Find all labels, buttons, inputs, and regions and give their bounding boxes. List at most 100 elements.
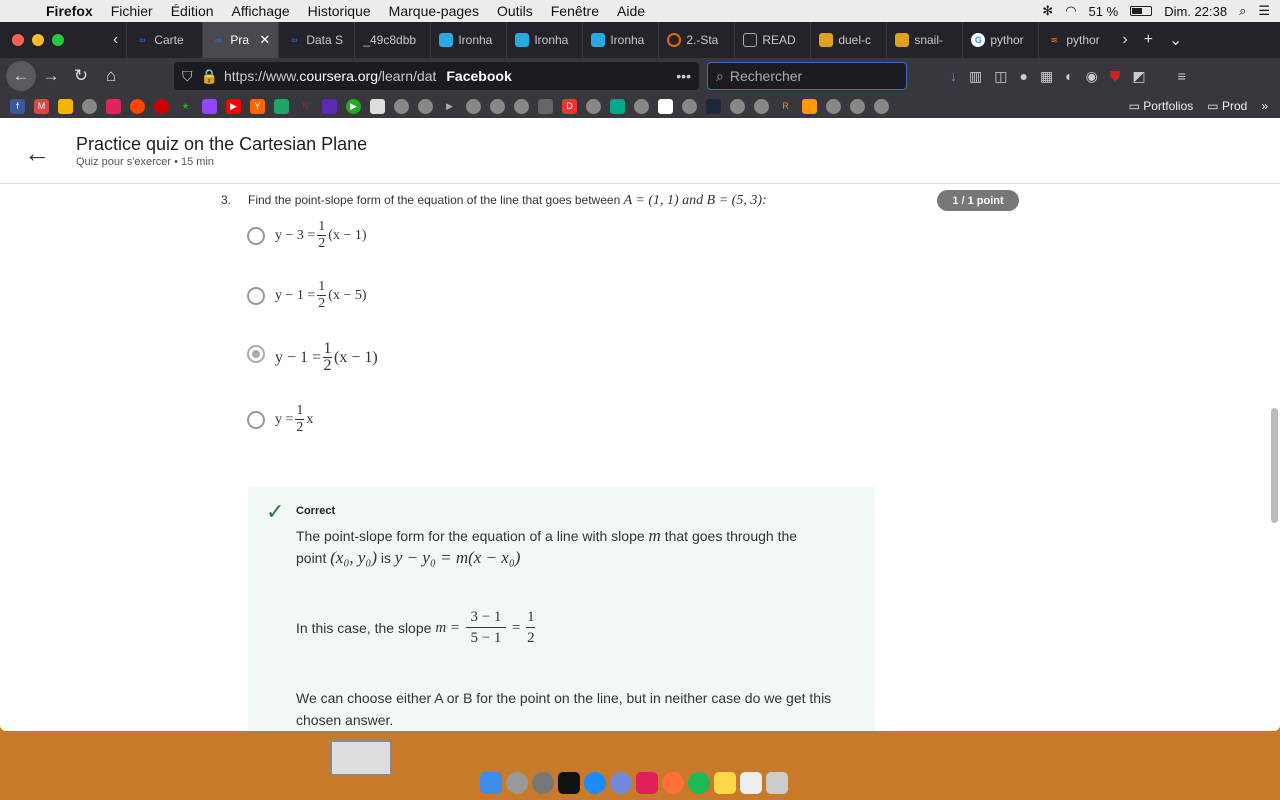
sidebar-icon[interactable]: ◫ bbox=[994, 68, 1007, 85]
play-icon[interactable]: ▶ bbox=[442, 99, 457, 114]
document-icon[interactable] bbox=[740, 772, 762, 794]
wifi-icon[interactable]: ◠ bbox=[1065, 3, 1076, 19]
account-icon[interactable]: ● bbox=[1019, 68, 1027, 84]
reddit-icon[interactable] bbox=[130, 98, 145, 114]
bluetooth-icon[interactable]: ✻ bbox=[1042, 3, 1053, 19]
tab-scroll-right-icon[interactable]: › bbox=[1114, 31, 1135, 49]
bookmark-icon[interactable]: R bbox=[778, 99, 793, 114]
menu-app-name[interactable]: Firefox bbox=[46, 3, 93, 19]
desktop-window-thumbnail[interactable] bbox=[330, 740, 392, 776]
stackoverflow-icon[interactable] bbox=[802, 98, 817, 114]
bookmark-icon[interactable] bbox=[538, 98, 553, 114]
pocket-icon[interactable] bbox=[106, 98, 121, 114]
menu-item[interactable]: Historique bbox=[308, 3, 371, 19]
globe-icon[interactable] bbox=[466, 98, 481, 114]
hackernews-icon[interactable]: Y bbox=[250, 98, 265, 114]
firefox-icon[interactable] bbox=[662, 772, 684, 794]
folder-portfolios[interactable]: ▭ Portfolios bbox=[1129, 99, 1194, 113]
app-store-icon[interactable] bbox=[584, 772, 606, 794]
back-arrow-icon[interactable]: ← bbox=[24, 138, 50, 169]
extension-icon[interactable]: ▦ bbox=[1040, 68, 1053, 85]
extension-icon[interactable]: ◐ bbox=[1065, 68, 1073, 84]
menu-item[interactable]: Affichage bbox=[232, 3, 290, 19]
library-icon[interactable]: ▥ bbox=[969, 68, 982, 85]
minimize-window-button[interactable] bbox=[32, 34, 44, 46]
facebook-icon[interactable]: f bbox=[10, 98, 25, 114]
menu-item[interactable]: Outils bbox=[497, 3, 533, 19]
close-window-button[interactable] bbox=[12, 34, 24, 46]
browser-tab[interactable]: Ironha bbox=[506, 22, 582, 58]
browser-tab[interactable]: 2.-Sta bbox=[658, 22, 734, 58]
browser-tab[interactable]: snail- bbox=[886, 22, 962, 58]
bookmark-icon[interactable] bbox=[58, 98, 73, 114]
home-icon[interactable]: ⌂ bbox=[96, 61, 126, 91]
scrollbar[interactable] bbox=[1271, 408, 1278, 523]
browser-tab[interactable]: Ironha bbox=[430, 22, 506, 58]
twitch-icon[interactable] bbox=[202, 98, 217, 114]
play-icon[interactable]: ▶ bbox=[346, 98, 361, 114]
netflix-icon[interactable]: N bbox=[298, 99, 313, 114]
bookmark-icon[interactable]: D bbox=[562, 98, 577, 114]
bookmark-icon[interactable] bbox=[370, 98, 385, 114]
globe-icon[interactable] bbox=[874, 98, 889, 114]
menu-item[interactable]: Aide bbox=[617, 3, 645, 19]
globe-icon[interactable] bbox=[730, 98, 745, 114]
close-tab-icon[interactable]: ✕ bbox=[259, 32, 270, 48]
globe-icon[interactable] bbox=[850, 98, 865, 114]
bookmark-icon[interactable] bbox=[154, 98, 169, 114]
reload-icon[interactable]: ↻ bbox=[66, 61, 96, 91]
system-preferences-icon[interactable] bbox=[532, 772, 554, 794]
extension-icon[interactable]: ◩ bbox=[1132, 68, 1145, 85]
globe-icon[interactable] bbox=[418, 98, 433, 114]
folder-prod[interactable]: ▭ Prod bbox=[1207, 99, 1247, 113]
search-input[interactable]: ⌕ Rechercher bbox=[707, 62, 907, 90]
globe-icon[interactable] bbox=[826, 98, 841, 114]
new-tab-icon[interactable]: + bbox=[1136, 31, 1161, 49]
bookmark-icon[interactable] bbox=[322, 98, 337, 114]
shield-icon[interactable]: ⛉ bbox=[182, 68, 193, 85]
forward-arrow-icon[interactable]: → bbox=[36, 61, 66, 91]
youtube-icon[interactable]: ▶ bbox=[226, 98, 241, 114]
radio-button-selected[interactable] bbox=[247, 345, 265, 363]
browser-tab[interactable]: Ironha bbox=[582, 22, 658, 58]
globe-icon[interactable] bbox=[586, 98, 601, 114]
back-arrow-icon[interactable]: ← bbox=[6, 61, 36, 91]
download-icon[interactable]: ↓ bbox=[950, 68, 957, 84]
menu-item[interactable]: Fichier bbox=[111, 3, 153, 19]
menu-icon[interactable]: ≡ bbox=[1178, 68, 1186, 84]
globe-icon[interactable] bbox=[634, 98, 649, 114]
browser-tab[interactable]: duel-c bbox=[810, 22, 886, 58]
page-actions-icon[interactable]: ••• bbox=[676, 68, 691, 84]
globe-icon[interactable] bbox=[754, 98, 769, 114]
globe-icon[interactable] bbox=[82, 98, 97, 114]
browser-tab[interactable]: ∞ Data S bbox=[278, 22, 354, 58]
battery-icon[interactable] bbox=[1130, 6, 1153, 16]
lock-icon[interactable]: 🔒 bbox=[201, 68, 218, 85]
spotify-icon[interactable] bbox=[688, 772, 710, 794]
finder-icon[interactable] bbox=[480, 772, 502, 794]
steam-icon[interactable] bbox=[706, 98, 721, 114]
globe-icon[interactable] bbox=[514, 98, 529, 114]
radio-button[interactable] bbox=[247, 287, 265, 305]
trash-icon[interactable] bbox=[766, 772, 788, 794]
spotlight-icon[interactable]: ⌕ bbox=[1239, 3, 1246, 19]
ublock-icon[interactable]: ⛊ bbox=[1110, 68, 1121, 85]
globe-icon[interactable] bbox=[394, 98, 409, 114]
browser-tab[interactable]: _49c8dbb bbox=[354, 22, 430, 58]
menu-item[interactable]: Fenêtre bbox=[551, 3, 599, 19]
launchpad-icon[interactable] bbox=[506, 772, 528, 794]
gmail-icon[interactable]: M bbox=[34, 98, 49, 114]
extension-icon[interactable]: ◉ bbox=[1086, 68, 1098, 85]
notes-icon[interactable] bbox=[714, 772, 736, 794]
radio-button[interactable] bbox=[247, 411, 265, 429]
tab-list-chevron-icon[interactable]: ⌄ bbox=[1161, 30, 1190, 50]
globe-icon[interactable] bbox=[490, 98, 505, 114]
menu-item[interactable]: Édition bbox=[171, 3, 214, 19]
browser-tab[interactable]: ≋ pythor bbox=[1038, 22, 1114, 58]
star-icon[interactable]: ★ bbox=[178, 99, 193, 114]
maximize-window-button[interactable] bbox=[52, 34, 64, 46]
overflow-chevron-icon[interactable]: » bbox=[1261, 99, 1268, 113]
browser-tab[interactable]: READ bbox=[734, 22, 810, 58]
slack-icon[interactable] bbox=[636, 772, 658, 794]
menu-item[interactable]: Marque-pages bbox=[389, 3, 479, 19]
